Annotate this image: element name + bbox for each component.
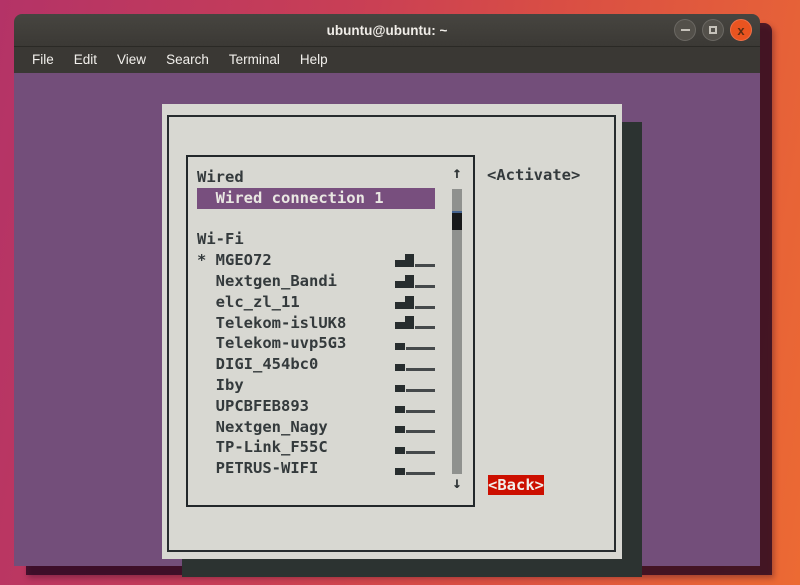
network-row[interactable]: PETRUS-WIFI [197, 458, 435, 479]
window-title: ubuntu@ubuntu: ~ [14, 14, 760, 47]
network-row[interactable]: Iby [197, 375, 435, 396]
network-name: Telekom-uvp5G3 [197, 334, 346, 352]
maximize-button[interactable] [702, 19, 724, 41]
network-name: Nextgen_Bandi [197, 272, 337, 290]
network-name: * MGEO72 [197, 251, 272, 269]
signal-strength-icon [395, 295, 435, 310]
network-name: PETRUS-WIFI [197, 459, 318, 477]
network-name: Nextgen_Nagy [197, 418, 328, 436]
scroll-down-icon[interactable]: ↓ [450, 473, 464, 493]
scrollbar[interactable]: ↑ ↓ [450, 157, 464, 505]
desktop-background: ubuntu@ubuntu: ~ x File Edit View Search… [0, 0, 800, 585]
network-name: DIGI_454bc0 [197, 355, 318, 373]
blank-row [197, 209, 435, 230]
terminal-window: ubuntu@ubuntu: ~ x File Edit View Search… [14, 14, 760, 566]
section-header: Wired [197, 167, 435, 188]
network-name: Wired connection 1 [197, 189, 384, 207]
minimize-button[interactable] [674, 19, 696, 41]
section-header: Wi-Fi [197, 229, 435, 250]
network-name: UPCBFEB893 [197, 397, 309, 415]
signal-strength-icon [395, 378, 435, 393]
signal-strength-icon [395, 461, 435, 476]
close-button[interactable]: x [730, 19, 752, 41]
signal-strength-icon [395, 274, 435, 289]
scrollbar-track[interactable] [452, 189, 462, 474]
menu-edit[interactable]: Edit [64, 47, 107, 73]
network-row[interactable]: elc_zl_11 [197, 292, 435, 313]
back-button[interactable]: <Back> [488, 475, 544, 495]
signal-strength-icon [395, 419, 435, 434]
signal-strength-icon [395, 315, 435, 330]
network-row[interactable]: Wired connection 1 [197, 188, 435, 209]
network-name: TP-Link_F55C [197, 438, 328, 456]
network-row[interactable]: UPCBFEB893 [197, 396, 435, 417]
network-name: Iby [197, 376, 244, 394]
network-row[interactable]: DIGI_454bc0 [197, 354, 435, 375]
menu-search[interactable]: Search [156, 47, 219, 73]
scrollbar-thumb[interactable] [452, 211, 462, 230]
menu-file[interactable]: File [22, 47, 64, 73]
window-controls: x [674, 19, 752, 41]
network-row[interactable]: Telekom-islUK8 [197, 313, 435, 334]
network-row[interactable]: Nextgen_Nagy [197, 417, 435, 438]
minimize-icon [681, 29, 690, 31]
titlebar[interactable]: ubuntu@ubuntu: ~ x [14, 14, 760, 47]
signal-strength-icon [395, 399, 435, 414]
terminal-viewport: Wired Wired connection 1 Wi-Fi* MGEO72 Ne… [14, 73, 760, 566]
signal-strength-icon [395, 336, 435, 351]
maximize-icon [709, 26, 717, 34]
menu-help[interactable]: Help [290, 47, 338, 73]
signal-strength-icon [395, 440, 435, 455]
signal-strength-icon [395, 357, 435, 372]
network-rows: Wired Wired connection 1 Wi-Fi* MGEO72 Ne… [197, 167, 437, 479]
network-row[interactable]: Nextgen_Bandi [197, 271, 435, 292]
menu-terminal[interactable]: Terminal [219, 47, 290, 73]
network-name: elc_zl_11 [197, 293, 300, 311]
network-row[interactable]: Telekom-uvp5G3 [197, 333, 435, 354]
nmtui-activate-dialog: Wired Wired connection 1 Wi-Fi* MGEO72 Ne… [162, 104, 622, 559]
network-row[interactable]: * MGEO72 [197, 250, 435, 271]
menu-view[interactable]: View [107, 47, 156, 73]
signal-strength-icon [395, 253, 435, 268]
network-list[interactable]: Wired Wired connection 1 Wi-Fi* MGEO72 Ne… [186, 155, 475, 507]
activate-button[interactable]: <Activate> [487, 166, 580, 184]
network-row[interactable]: TP-Link_F55C [197, 437, 435, 458]
close-icon: x [737, 24, 744, 37]
menubar: File Edit View Search Terminal Help [14, 47, 760, 73]
network-name: Telekom-islUK8 [197, 314, 346, 332]
scroll-up-icon[interactable]: ↑ [450, 163, 464, 183]
